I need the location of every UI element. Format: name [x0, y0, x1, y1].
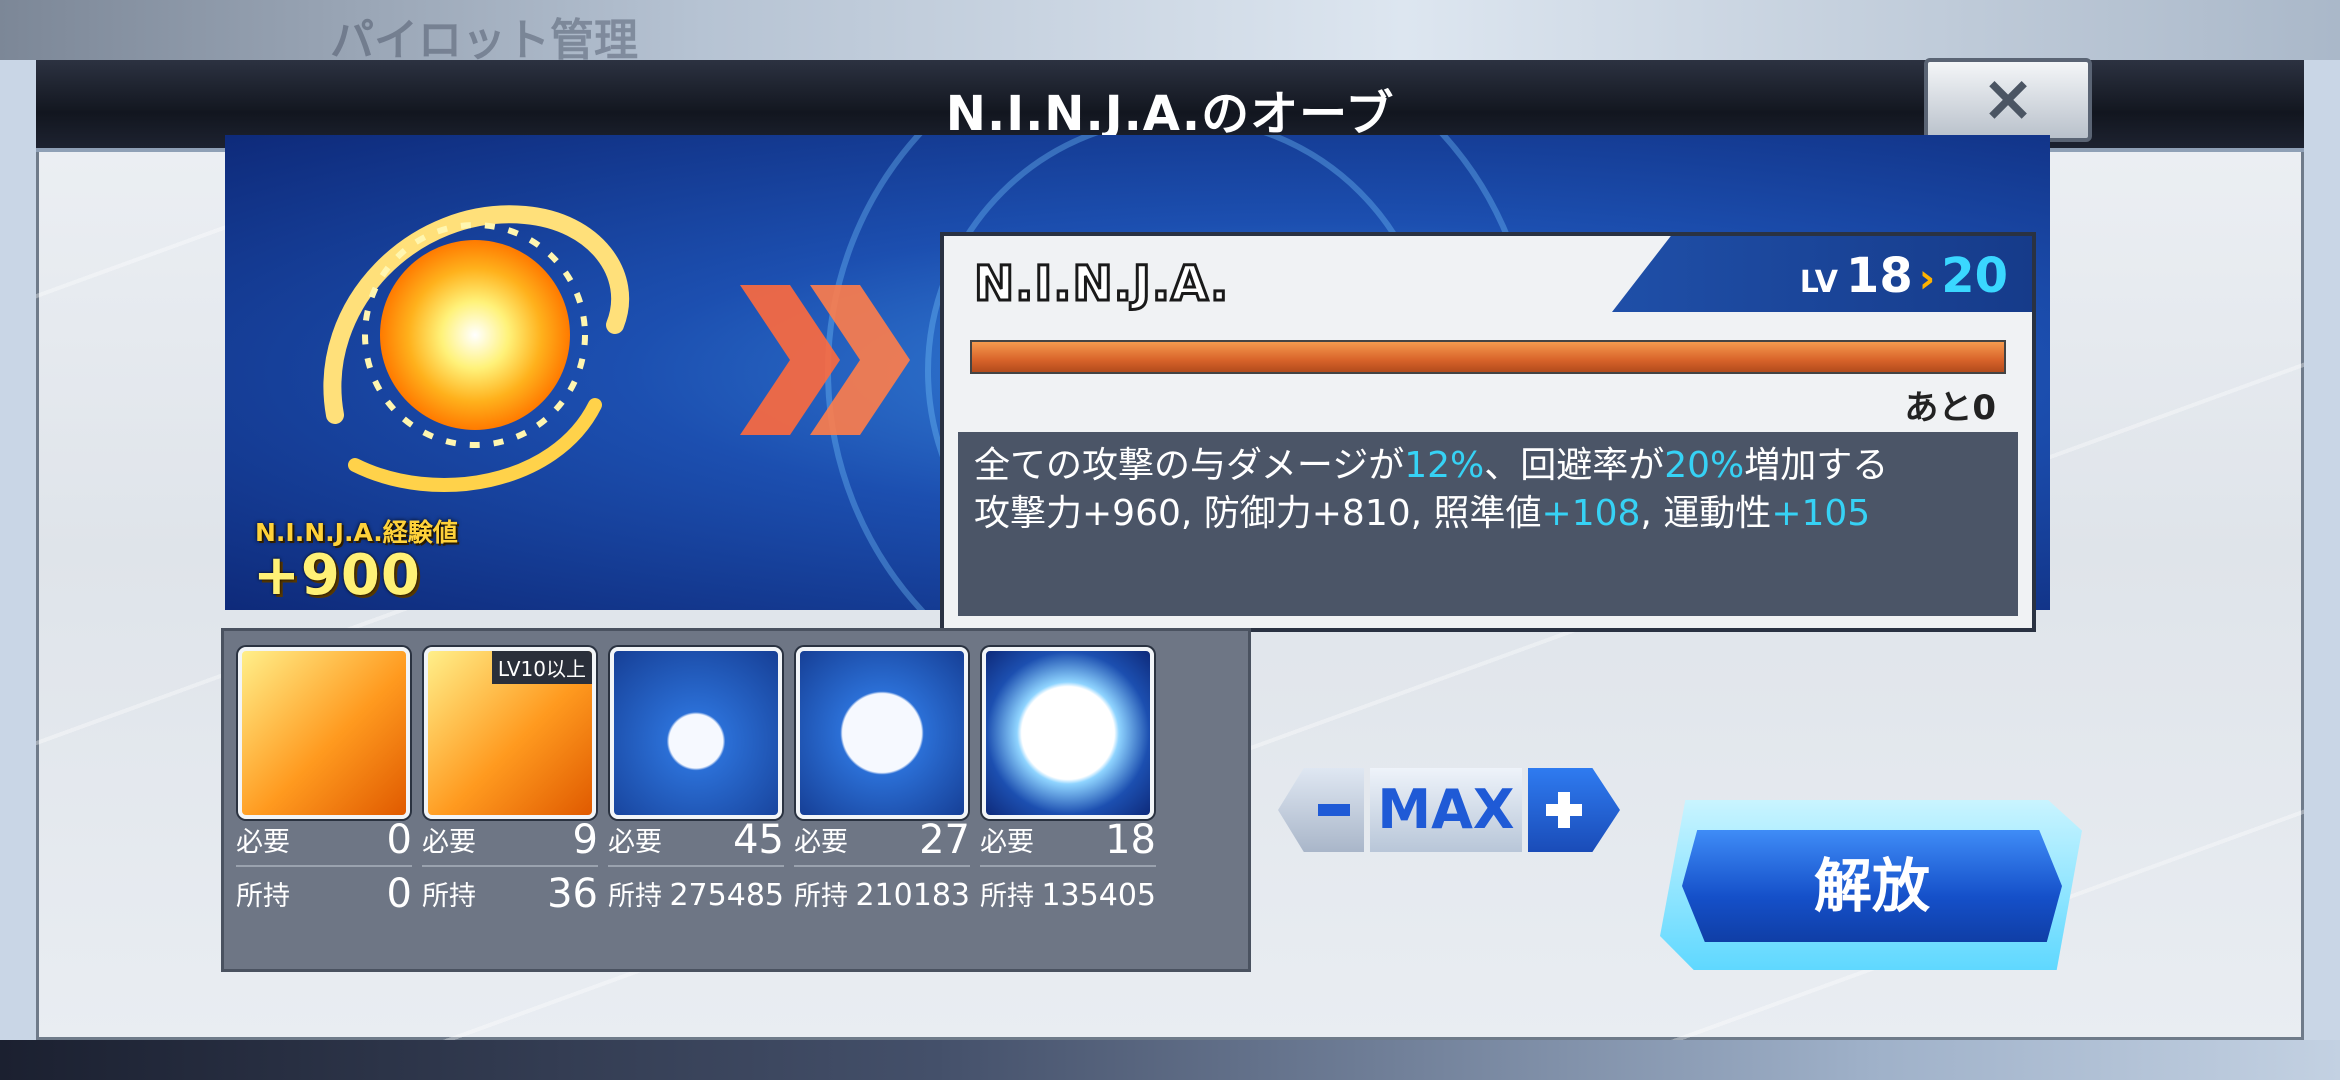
exp-remaining: あと0: [1904, 388, 1996, 428]
unit-info-card: N.I.N.J.A. LV 18 › 20 あと0 全ての攻撃の与ダメージが12%、回…: [940, 232, 2036, 632]
background-ghost-title: パイロット管理: [330, 15, 638, 66]
own-value: 210183: [855, 878, 970, 913]
small-white-orb-icon: [610, 647, 782, 819]
background-bottom: [0, 1040, 2340, 1080]
own-label: 所持: [794, 881, 848, 912]
release-button[interactable]: 解放: [1660, 800, 2082, 970]
level-label: LV: [1799, 265, 1838, 300]
need-label: 必要: [236, 827, 290, 858]
effect-line-2: 攻撃力+960, 防御力+810, 照準値+108, 運動性+105: [974, 493, 1871, 534]
materials-panel: 必要 0 所持 0 LV10以上 必要 9 所持 36 必要 45 所持 275485 必要…: [221, 628, 1251, 972]
exp-progress-bar: [970, 340, 2006, 374]
level-indicator: LV 18 › 20: [1800, 248, 2008, 304]
own-label: 所持: [608, 881, 662, 912]
need-label: 必要: [794, 827, 848, 858]
release-button-label: 解放: [1682, 830, 2062, 942]
need-label: 必要: [422, 827, 476, 858]
medium-white-orb-icon: [796, 647, 968, 819]
need-value: 18: [1105, 817, 1156, 863]
material-item[interactable]: 必要 27 所持 210183: [788, 639, 974, 959]
close-icon: ×: [1981, 62, 2035, 136]
own-value: 275485: [669, 878, 784, 913]
orb-level-up-icon: LV10以上: [424, 647, 596, 819]
level-next: 20: [1941, 248, 2008, 304]
need-value: 27: [919, 817, 970, 863]
double-chevron-right-icon: [740, 285, 910, 435]
need-value: 45: [733, 817, 784, 863]
effect-description: 全ての攻撃の与ダメージが12%、回避率が20%増加する 攻撃力+960, 防御力…: [958, 432, 2018, 616]
material-item[interactable]: 必要 18 所持 135405: [974, 639, 1160, 959]
material-badge: LV10以上: [491, 651, 592, 684]
exp-progress-fill: [972, 342, 2004, 372]
effect-line-1: 全ての攻撃の与ダメージが12%、回避率が20%増加する: [974, 445, 1889, 486]
own-value: 135405: [1041, 878, 1156, 913]
own-value: 36: [547, 871, 598, 917]
large-white-orb-icon: [982, 647, 1154, 819]
orb-sun-icon: [323, 205, 629, 492]
orb-exp-value: +900: [253, 543, 421, 608]
quantity-stepper: MAX: [1278, 768, 1620, 852]
unit-name: N.I.N.J.A.: [972, 255, 1230, 314]
close-button[interactable]: ×: [1924, 58, 2092, 142]
need-value: 9: [572, 817, 598, 863]
orb-with-pilot-icon: [238, 647, 410, 819]
decrease-button[interactable]: [1278, 768, 1364, 852]
minus-icon: [1318, 804, 1350, 816]
own-label: 所持: [236, 881, 290, 912]
max-button[interactable]: MAX: [1370, 768, 1522, 852]
material-item[interactable]: LV10以上 必要 9 所持 36: [416, 639, 602, 959]
own-label: 所持: [980, 881, 1034, 912]
increase-button[interactable]: [1528, 768, 1620, 852]
need-label: 必要: [608, 827, 662, 858]
material-item[interactable]: 必要 45 所持 275485: [602, 639, 788, 959]
level-current: 18: [1845, 248, 1913, 304]
background-top: パイロット管理: [0, 0, 2340, 66]
need-label: 必要: [980, 827, 1034, 858]
chevron-right-icon: ›: [1918, 256, 1936, 302]
need-value: 0: [386, 817, 412, 863]
own-label: 所持: [422, 881, 476, 912]
own-value: 0: [386, 871, 412, 917]
material-item[interactable]: 必要 0 所持 0: [230, 639, 416, 959]
